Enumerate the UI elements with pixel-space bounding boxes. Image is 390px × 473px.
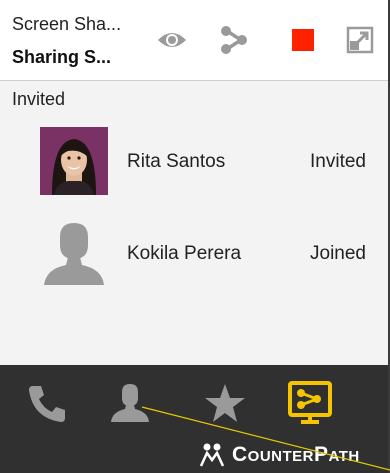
app-window: Screen Sha... Sharing S... Invited Rita …: [0, 0, 390, 473]
stop-sharing-button[interactable]: [283, 20, 323, 60]
nav-favorites-button[interactable]: [199, 377, 251, 429]
silhouette-icon: [44, 223, 104, 285]
favorites-icon: [205, 384, 245, 422]
participant-name: Kokila Perera: [127, 243, 242, 264]
avatar: [40, 127, 108, 195]
nav-phone-button[interactable]: [22, 377, 74, 429]
stop-icon: [292, 29, 314, 51]
share-icon: [221, 26, 247, 54]
participant-row[interactable]: Rita Santos Invited: [0, 127, 388, 207]
avatar: [40, 219, 108, 287]
user-photo: [40, 127, 108, 195]
popout-button[interactable]: [340, 20, 380, 60]
view-button[interactable]: [152, 20, 192, 60]
popout-icon: [346, 26, 374, 54]
participant-name: Rita Santos: [127, 151, 226, 172]
share-button[interactable]: [214, 20, 254, 60]
counterpath-logo-icon: [199, 443, 225, 467]
eye-icon: [158, 33, 186, 47]
header: Screen Sha... Sharing S...: [0, 0, 388, 80]
phone-icon: [29, 386, 65, 422]
nav-screen-share-button[interactable]: [284, 377, 336, 429]
contacts-icon: [111, 384, 149, 422]
brand-name: CounterPath: [232, 443, 360, 466]
nav-contacts-button[interactable]: [104, 377, 156, 429]
participant-status: Invited: [310, 151, 366, 172]
screen-share-icon: [288, 381, 332, 424]
section-label: Invited: [12, 89, 66, 109]
header-divider: [0, 80, 388, 81]
brand-logo: CounterPath: [198, 442, 360, 468]
participant-row[interactable]: Kokila Perera Joined: [0, 219, 388, 299]
participant-status: Joined: [310, 243, 366, 264]
window-title: Screen Sha...: [12, 14, 122, 34]
window-subtitle: Sharing S...: [12, 47, 112, 67]
